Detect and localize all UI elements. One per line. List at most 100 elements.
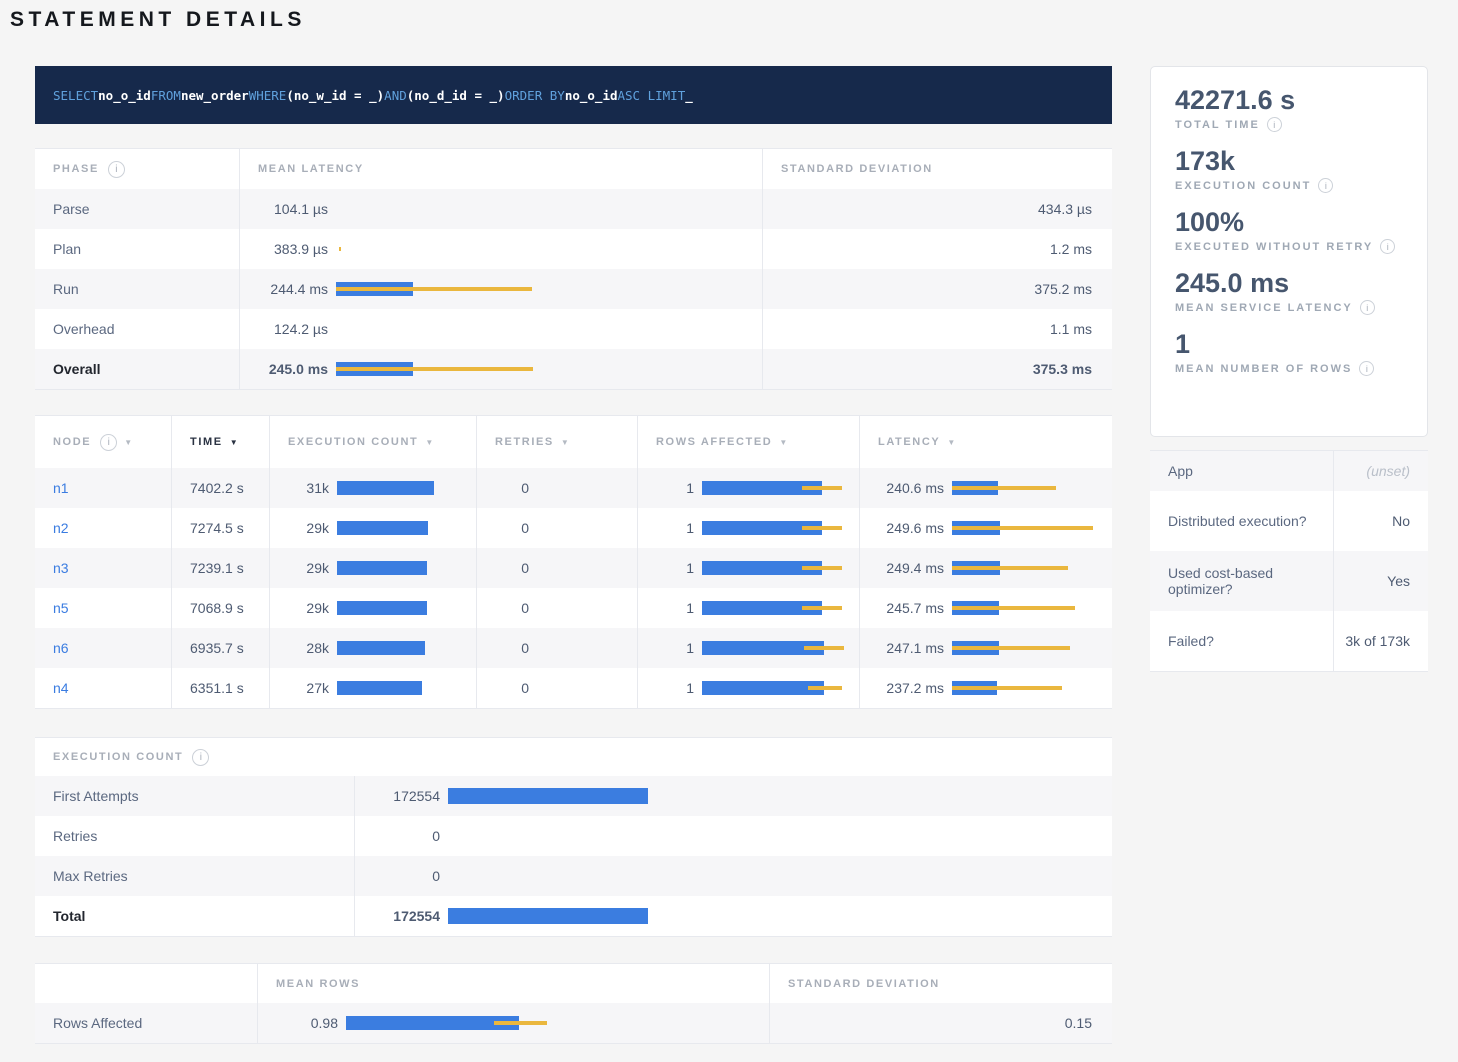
phase-row-run: Run 244.4 ms 375.2 ms	[35, 269, 1112, 309]
rows-affected-label: Rows Affected	[35, 1003, 258, 1043]
time-header-cell[interactable]: TIME ▼	[172, 416, 270, 468]
exec-row-label: Retries	[35, 816, 355, 856]
latency-bar-viz	[336, 280, 762, 298]
info-icon[interactable]: i	[1318, 178, 1333, 193]
count-bar-viz	[448, 907, 1112, 925]
node-retries: 0	[477, 640, 537, 656]
sql-keyword: AND	[384, 88, 407, 103]
sort-desc-icon[interactable]: ▼	[124, 438, 132, 447]
mean-latency-value: 244.4 ms	[240, 281, 336, 297]
attribute-value: 3k of 173k	[1333, 611, 1428, 671]
count-bar	[448, 788, 648, 804]
stat-label: MEAN SERVICE LATENCY	[1175, 302, 1353, 314]
execution-count-table: EXECUTION COUNT i First Attempts 172554 …	[35, 737, 1112, 937]
sort-desc-icon[interactable]: ▼	[425, 438, 433, 447]
rows-bar-viz	[702, 639, 859, 657]
info-icon[interactable]: i	[1380, 239, 1395, 254]
sql-identifier: (no_d_id = _)	[407, 88, 505, 103]
latency-bar-viz	[952, 479, 1112, 497]
mean-latency-value: 104.1 µs	[240, 201, 336, 217]
node-rows-affected: 1	[638, 560, 702, 576]
latency-header-cell[interactable]: LATENCY▼	[860, 416, 1112, 468]
time-header-label: TIME	[190, 436, 223, 448]
phase-row-overall: Overall 245.0 ms 375.3 ms	[35, 349, 1112, 389]
attribute-row-distributed-execution: Distributed execution? No	[1150, 491, 1428, 551]
stddev-line	[952, 566, 1068, 570]
count-bar	[448, 908, 648, 924]
info-icon[interactable]: i	[192, 749, 209, 766]
retries-header-cell[interactable]: RETRIES▼	[477, 416, 638, 468]
node-latency: 249.4 ms	[860, 560, 952, 576]
std-dev-value: 1.2 ms	[763, 229, 1112, 269]
node-retries: 0	[477, 520, 537, 536]
attribute-row-failed: Failed? 3k of 173k	[1150, 611, 1428, 671]
exec-bar	[337, 521, 428, 535]
phase-row-parse: Parse 104.1 µs 434.3 µs	[35, 189, 1112, 229]
node-link[interactable]: n6	[53, 640, 69, 656]
stat-label: MEAN NUMBER OF ROWS	[1175, 363, 1352, 375]
node-retries: 0	[477, 680, 537, 696]
sort-desc-icon[interactable]: ▼	[779, 438, 787, 447]
exec-row-label: Total	[35, 896, 355, 936]
exec-bar-viz	[337, 679, 476, 697]
execution-count-header-cell: EXECUTION COUNT i	[35, 738, 355, 776]
node-header-cell[interactable]: NODEi▼	[35, 416, 172, 468]
node-rows-affected: 1	[638, 480, 702, 496]
std-dev-header-label: STANDARD DEVIATION	[788, 978, 940, 990]
node-link[interactable]: n2	[53, 520, 69, 536]
info-icon[interactable]: i	[100, 434, 117, 451]
node-row: n3 7239.1 s 29k 0 1 249.4 ms	[35, 548, 1112, 588]
node-link[interactable]: n3	[53, 560, 69, 576]
node-exec-count: 29k	[270, 560, 337, 576]
exec-bar	[337, 681, 422, 695]
stat-label: EXECUTED WITHOUT RETRY	[1175, 241, 1373, 253]
node-latency: 245.7 ms	[860, 600, 952, 616]
exec-bar-viz	[337, 599, 476, 617]
rows-affected-header-cell[interactable]: ROWS AFFECTED▼	[638, 416, 860, 468]
std-dev-header-label: STANDARD DEVIATION	[781, 163, 933, 175]
node-retries: 0	[477, 560, 537, 576]
latency-bar-viz	[336, 240, 762, 258]
sort-desc-icon[interactable]: ▼	[561, 438, 569, 447]
node-row: n4 6351.1 s 27k 0 1 237.2 ms	[35, 668, 1112, 708]
rows-affected-header: MEAN ROWS STANDARD DEVIATION	[35, 964, 1112, 1003]
rows-affected-table: MEAN ROWS STANDARD DEVIATION Rows Affect…	[35, 963, 1112, 1044]
attribute-value: No	[1333, 491, 1428, 551]
rows-bar-viz	[702, 519, 859, 537]
node-link[interactable]: n1	[53, 480, 69, 496]
stat-mean-number-of-rows: 1 MEAN NUMBER OF ROWSi	[1175, 328, 1427, 376]
stat-execution-count: 173k EXECUTION COUNTi	[1175, 145, 1427, 193]
exec-bar-viz	[337, 519, 476, 537]
stddev-line	[802, 566, 842, 570]
node-link[interactable]: n4	[53, 680, 69, 696]
node-row: n1 7402.2 s 31k 0 1 240.6 ms	[35, 468, 1112, 508]
info-icon[interactable]: i	[1360, 300, 1375, 315]
attribute-label: Used cost-based optimizer?	[1150, 551, 1333, 611]
node-rows-affected: 1	[638, 520, 702, 536]
sql-keyword: SELECT	[53, 88, 98, 103]
exec-count-header-cell[interactable]: EXECUTION COUNT▼	[270, 416, 477, 468]
sort-desc-icon[interactable]: ▼	[230, 438, 238, 447]
attribute-label: Distributed execution?	[1150, 491, 1333, 551]
node-rows-affected: 1	[638, 600, 702, 616]
latency-bar-viz	[952, 639, 1112, 657]
node-exec-count: 28k	[270, 640, 337, 656]
stddev-line	[802, 526, 842, 530]
sort-desc-icon[interactable]: ▼	[947, 438, 955, 447]
node-link[interactable]: n5	[53, 600, 69, 616]
stddev-line	[802, 606, 842, 610]
page-title: STATEMENT DETAILS	[10, 8, 306, 32]
attribute-row-cost-based-optimizer: Used cost-based optimizer? Yes	[1150, 551, 1428, 611]
info-icon[interactable]: i	[108, 161, 125, 178]
rows-std-dev-value: 0.15	[770, 1003, 1112, 1043]
stat-mean-service-latency: 245.0 ms MEAN SERVICE LATENCYi	[1175, 267, 1427, 315]
std-dev-header-cell: STANDARD DEVIATION	[763, 149, 1112, 189]
sql-identifier: no_o_id	[98, 88, 151, 103]
node-exec-count: 29k	[270, 520, 337, 536]
info-icon[interactable]: i	[1267, 117, 1282, 132]
phase-name: Overall	[35, 349, 240, 389]
stddev-line	[339, 247, 341, 251]
mean-latency-value: 383.9 µs	[240, 241, 336, 257]
info-icon[interactable]: i	[1359, 361, 1374, 376]
sql-keyword: WHERE	[249, 88, 287, 103]
